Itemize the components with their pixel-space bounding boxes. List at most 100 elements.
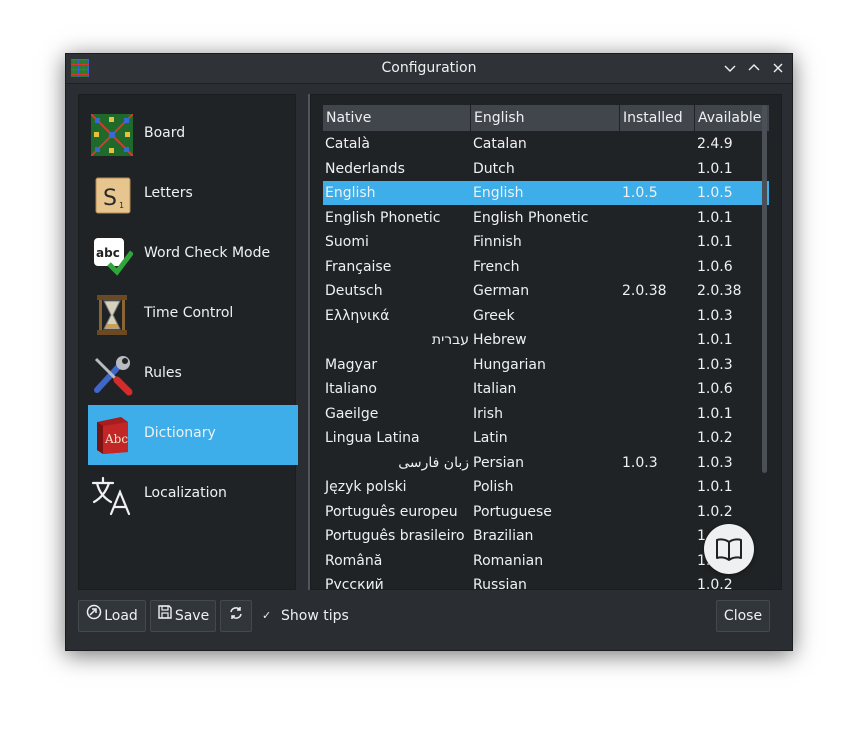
- cell-installed: [620, 328, 696, 352]
- cell-available: 1.0.5: [697, 185, 733, 201]
- table-row[interactable]: Suomi Finnish 1.0.1: [323, 230, 769, 254]
- column-header-available[interactable]: Available: [695, 105, 769, 131]
- cell-english: Brazilian: [473, 528, 534, 544]
- table-row[interactable]: Française French 1.0.6: [323, 255, 769, 279]
- table-row[interactable]: Magyar Hungarian 1.0.3: [323, 353, 769, 377]
- close-button[interactable]: Close: [716, 600, 770, 632]
- cell-native: Gaeilge: [325, 405, 379, 422]
- open-book-icon: [716, 538, 742, 561]
- show-tips-checkbox[interactable]: ✓: [262, 610, 274, 622]
- table-row[interactable]: Català Catalan 2.4.9: [323, 132, 769, 156]
- minimize-icon[interactable]: [720, 58, 740, 78]
- cell-english: Italian: [473, 381, 517, 397]
- cell-native: English: [325, 185, 376, 201]
- cell-native: עברית: [431, 332, 469, 348]
- cell-available: 1.0.2: [697, 430, 733, 446]
- cell-installed: [620, 157, 696, 181]
- sidebar-item-label: Time Control: [144, 305, 234, 321]
- board-icon: [90, 113, 134, 157]
- sidebar-item-label: Localization: [144, 485, 227, 501]
- cell-native: Nederlands: [325, 160, 405, 177]
- sidebar-item-rules[interactable]: Rules: [88, 345, 298, 405]
- cell-english: Catalan: [473, 136, 527, 152]
- cell-english: Irish: [473, 405, 503, 422]
- cell-installed: [620, 426, 696, 450]
- save-icon: [157, 601, 173, 631]
- cell-native: Ελληνικά: [325, 307, 390, 324]
- column-header-english[interactable]: English: [471, 105, 619, 131]
- cell-english: English: [473, 185, 524, 201]
- table-row[interactable]: زبان فارسی Persian 1.0.3 1.0.3: [323, 451, 769, 475]
- table-row[interactable]: עברית Hebrew 1.0.1: [323, 328, 769, 352]
- cell-native: Русский: [325, 577, 384, 590]
- cell-english: Romanian: [473, 552, 544, 569]
- column-header-installed[interactable]: Installed: [620, 105, 694, 131]
- sidebar-item-dictionary[interactable]: Abc Dictionary: [88, 405, 298, 465]
- table-row[interactable]: Deutsch German 2.0.38 2.0.38: [323, 279, 769, 303]
- cell-native: Română: [325, 552, 383, 569]
- vertical-scrollbar[interactable]: [762, 105, 767, 473]
- table-row[interactable]: Português europeu Portuguese 1.0.2: [323, 500, 769, 524]
- cell-native: Lingua Latina: [325, 430, 420, 446]
- refresh-button[interactable]: [220, 600, 252, 632]
- dictionary-book-icon: Abc: [91, 414, 133, 456]
- save-button[interactable]: Save: [150, 600, 216, 632]
- cell-native: Italiano: [325, 381, 377, 397]
- maximize-icon[interactable]: [744, 58, 764, 78]
- table-row[interactable]: Język polski Polish 1.0.1: [323, 475, 769, 499]
- cell-available: 1.0.1: [697, 332, 733, 348]
- table-row[interactable]: RomânăRomanian1.0.1: [323, 549, 769, 573]
- table-row[interactable]: English English 1.0.5 1.0.5: [323, 181, 769, 205]
- cell-installed: [620, 475, 696, 499]
- cell-available: 1.0.1: [697, 405, 733, 422]
- sidebar-item-localization[interactable]: Localization: [88, 465, 298, 525]
- table-row[interactable]: Italiano Italian 1.0.6: [323, 377, 769, 401]
- cell-available: 1.0.1: [697, 209, 733, 226]
- cell-installed: [620, 402, 696, 426]
- cell-native: Język polski: [325, 479, 407, 495]
- cell-english: Hebrew: [473, 332, 527, 348]
- cell-available: 1.0.6: [697, 381, 733, 397]
- table-row[interactable]: Português brasileiroBrazilian1.0.1: [323, 524, 769, 548]
- cell-installed: [620, 377, 696, 401]
- open-book-button[interactable]: [704, 524, 754, 574]
- column-header-native[interactable]: Native: [323, 105, 470, 131]
- sidebar-item-letters[interactable]: S 1 Letters: [88, 165, 298, 225]
- close-icon[interactable]: [768, 58, 788, 78]
- cell-available: 1.0.3: [697, 356, 733, 373]
- title-bar[interactable]: Configuration: [66, 54, 792, 84]
- cell-native: English Phonetic: [325, 209, 441, 226]
- cell-available: 1.0.3: [697, 454, 733, 471]
- sidebar-item-label: Letters: [144, 185, 193, 201]
- cell-installed: [620, 230, 696, 254]
- letter-tile-icon: S 1: [91, 174, 133, 216]
- table-row[interactable]: Русский Russian 1.0.2: [323, 573, 769, 590]
- hourglass-icon: [91, 294, 133, 336]
- load-icon: [86, 601, 102, 631]
- sidebar-item-word-check-mode[interactable]: abc Word Check Mode: [88, 225, 298, 285]
- cell-available: 1.0.1: [697, 234, 733, 250]
- cell-installed: [620, 524, 696, 548]
- cell-english: Russian: [473, 577, 527, 590]
- svg-text:Abc: Abc: [104, 432, 128, 446]
- cell-available: 2.4.9: [697, 136, 733, 152]
- cell-available: 1.0.2: [697, 577, 733, 590]
- table-row[interactable]: Lingua Latina Latin 1.0.2: [323, 426, 769, 450]
- show-tips-label[interactable]: Show tips: [281, 608, 349, 624]
- cell-installed: [620, 500, 696, 524]
- sidebar-item-label: Dictionary: [144, 425, 216, 441]
- load-button[interactable]: Load: [78, 600, 146, 632]
- cell-english: Portuguese: [473, 503, 552, 520]
- cell-installed: [620, 573, 696, 589]
- table-row[interactable]: Gaeilge Irish 1.0.1: [323, 402, 769, 426]
- sidebar-item-time-control[interactable]: Time Control: [88, 285, 298, 345]
- cell-native: Magyar: [325, 356, 378, 373]
- sidebar-item-board[interactable]: Board: [88, 105, 298, 165]
- dictionary-table: Native English Installed Available Catal…: [310, 94, 782, 590]
- table-row[interactable]: Ελληνικά Greek 1.0.3: [323, 304, 769, 328]
- svg-text:S: S: [103, 186, 117, 211]
- table-row[interactable]: English Phonetic English Phonetic 1.0.1: [323, 206, 769, 230]
- cell-english: Dutch: [473, 160, 515, 177]
- table-row[interactable]: Nederlands Dutch 1.0.1: [323, 157, 769, 181]
- cell-english: Greek: [473, 307, 515, 324]
